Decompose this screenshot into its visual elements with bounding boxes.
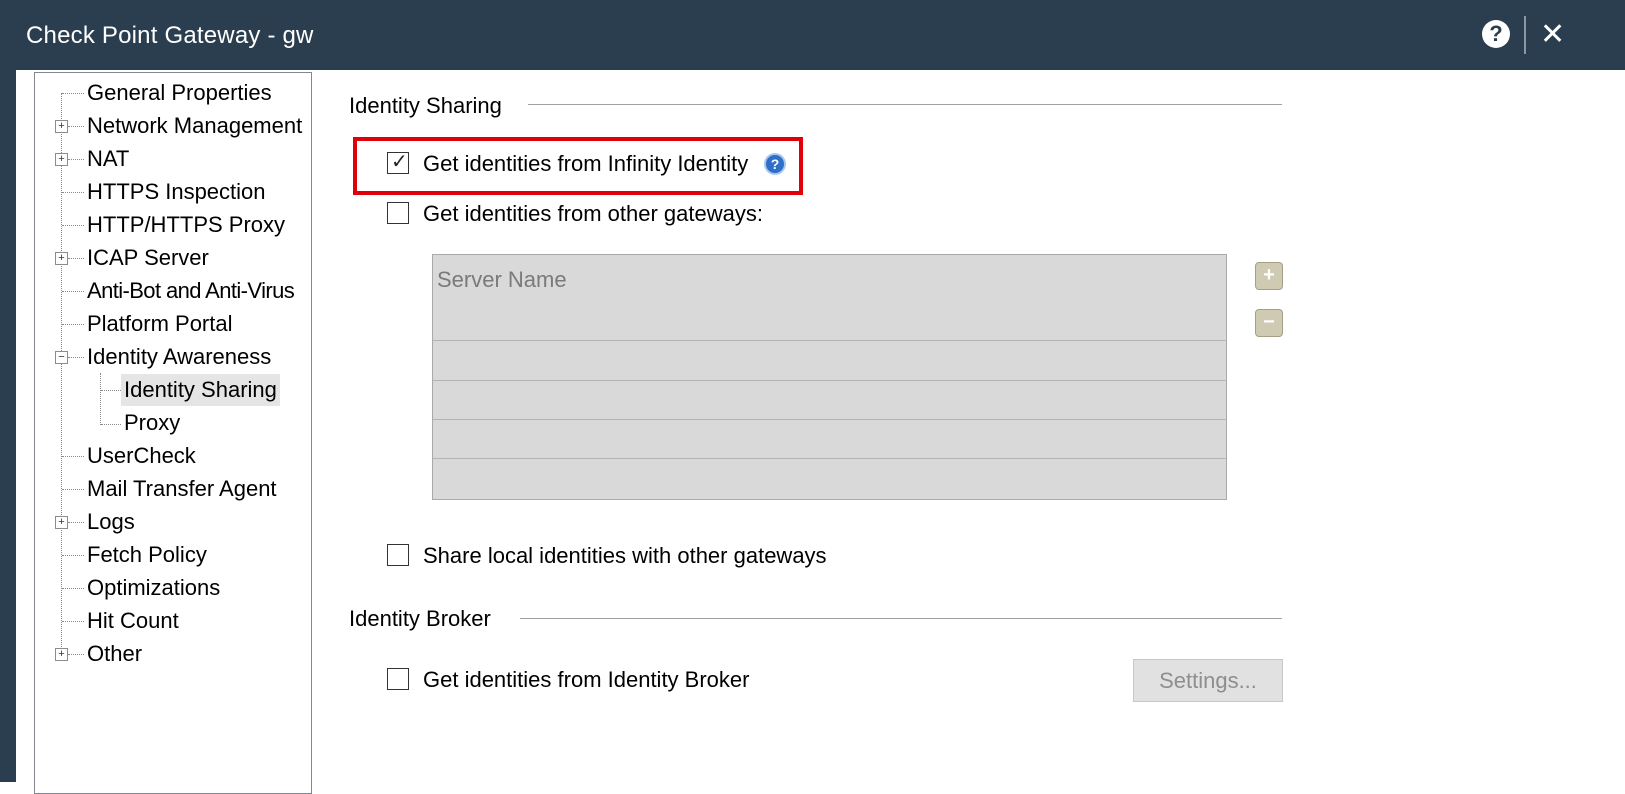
tree-item-fetch-policy[interactable]: Fetch Policy (84, 539, 210, 571)
tree-item-http-https-proxy[interactable]: HTTP/HTTPS Proxy (84, 209, 288, 241)
tree-item-label: Platform Portal (87, 311, 233, 336)
share-local-label: Share local identities with other gatewa… (423, 543, 827, 568)
tree-item-label: Logs (87, 509, 135, 534)
title-separator (1524, 16, 1526, 54)
tree-item-usercheck[interactable]: UserCheck (84, 440, 199, 472)
info-icon[interactable]: ? (764, 153, 786, 175)
tree-item-label: ICAP Server (87, 245, 209, 270)
tree-item-label: Fetch Policy (87, 542, 207, 567)
tree-item-label: Network Management (87, 113, 303, 138)
navigation-tree: General Properties + Network Management … (34, 72, 312, 794)
tree-item-network-management[interactable]: Network Management (84, 110, 305, 142)
tree-item-label: General Properties (87, 80, 272, 105)
tree-item-proxy[interactable]: Proxy (121, 407, 183, 439)
infinity-identity-label: Get identities from Infinity Identity (423, 151, 749, 176)
tree-item-label: Optimizations (87, 575, 221, 600)
other-gateways-label: Get identities from other gateways: (423, 201, 763, 226)
tree-item-label: HTTP/HTTPS Proxy (87, 212, 286, 237)
expand-icon[interactable]: + (55, 153, 68, 166)
tree-item-mail-transfer-agent[interactable]: Mail Transfer Agent (84, 473, 280, 505)
tree-item-label: Mail Transfer Agent (87, 476, 277, 501)
tree-item-anti-bot-anti-virus[interactable]: Anti-Bot and Anti-Virus (84, 275, 297, 307)
other-gateways-checkbox[interactable] (387, 202, 409, 224)
tree-item-logs[interactable]: Logs (84, 506, 138, 538)
tree-item-label: Other (87, 641, 143, 666)
tree-line (100, 373, 101, 425)
identity-broker-checkbox[interactable] (387, 668, 409, 690)
server-name-column-header: Server Name (437, 267, 567, 292)
grid-row (433, 340, 1226, 341)
tree-item-other[interactable]: Other (84, 638, 145, 670)
expand-icon[interactable]: + (55, 516, 68, 529)
tree-item-label: HTTPS Inspection (87, 179, 266, 204)
identity-broker-label: Get identities from Identity Broker (423, 667, 750, 692)
tree-line (61, 93, 62, 659)
tree-item-identity-sharing[interactable]: Identity Sharing (121, 374, 280, 406)
section-divider (528, 104, 1282, 105)
tree-item-label: Identity Sharing (121, 374, 280, 406)
window-title: Check Point Gateway - gw (26, 22, 314, 49)
close-icon[interactable]: ✕ (1540, 17, 1565, 52)
plus-icon: + (1263, 264, 1275, 286)
title-bar: Check Point Gateway - gw ? ✕ (0, 0, 1625, 70)
tree-item-icap-server[interactable]: ICAP Server (84, 242, 212, 274)
settings-button[interactable]: Settings... (1133, 659, 1283, 702)
grid-row (433, 380, 1226, 381)
grid-row (433, 419, 1226, 420)
tree-item-label: Hit Count (87, 608, 179, 633)
tree-item-platform-portal[interactable]: Platform Portal (84, 308, 236, 340)
remove-server-button[interactable]: − (1255, 309, 1283, 337)
minus-icon: − (1263, 311, 1275, 333)
collapse-icon[interactable]: − (55, 351, 68, 364)
identity-broker-heading: Identity Broker (349, 606, 491, 631)
server-grid: Server Name (432, 254, 1227, 500)
tree-item-general-properties[interactable]: General Properties (84, 77, 275, 109)
tree-item-identity-awareness[interactable]: Identity Awareness (84, 341, 274, 373)
tree-item-label: Identity Awareness (87, 344, 272, 369)
tree-item-nat[interactable]: NAT (84, 143, 132, 175)
expand-icon[interactable]: + (55, 252, 68, 265)
infinity-identity-checkbox[interactable]: ✓ (387, 151, 409, 174)
tree-item-label: Anti-Bot and Anti-Virus (87, 278, 295, 303)
tree-item-hit-count[interactable]: Hit Count (84, 605, 182, 637)
tree-item-label: NAT (87, 146, 130, 171)
tree-item-label: UserCheck (87, 443, 196, 468)
section-divider (520, 618, 1282, 619)
window-left-edge (0, 70, 16, 782)
expand-icon[interactable]: + (55, 120, 68, 133)
grid-row (433, 458, 1226, 459)
tree-item-optimizations[interactable]: Optimizations (84, 572, 223, 604)
identity-sharing-heading: Identity Sharing (349, 93, 502, 118)
tree-item-https-inspection[interactable]: HTTPS Inspection (84, 176, 269, 208)
help-icon[interactable]: ? (1482, 20, 1510, 48)
checkmark-icon: ✓ (391, 151, 408, 173)
add-server-button[interactable]: + (1255, 262, 1283, 290)
share-local-checkbox[interactable] (387, 544, 409, 566)
tree-item-label: Proxy (124, 410, 181, 435)
expand-icon[interactable]: + (55, 648, 68, 661)
